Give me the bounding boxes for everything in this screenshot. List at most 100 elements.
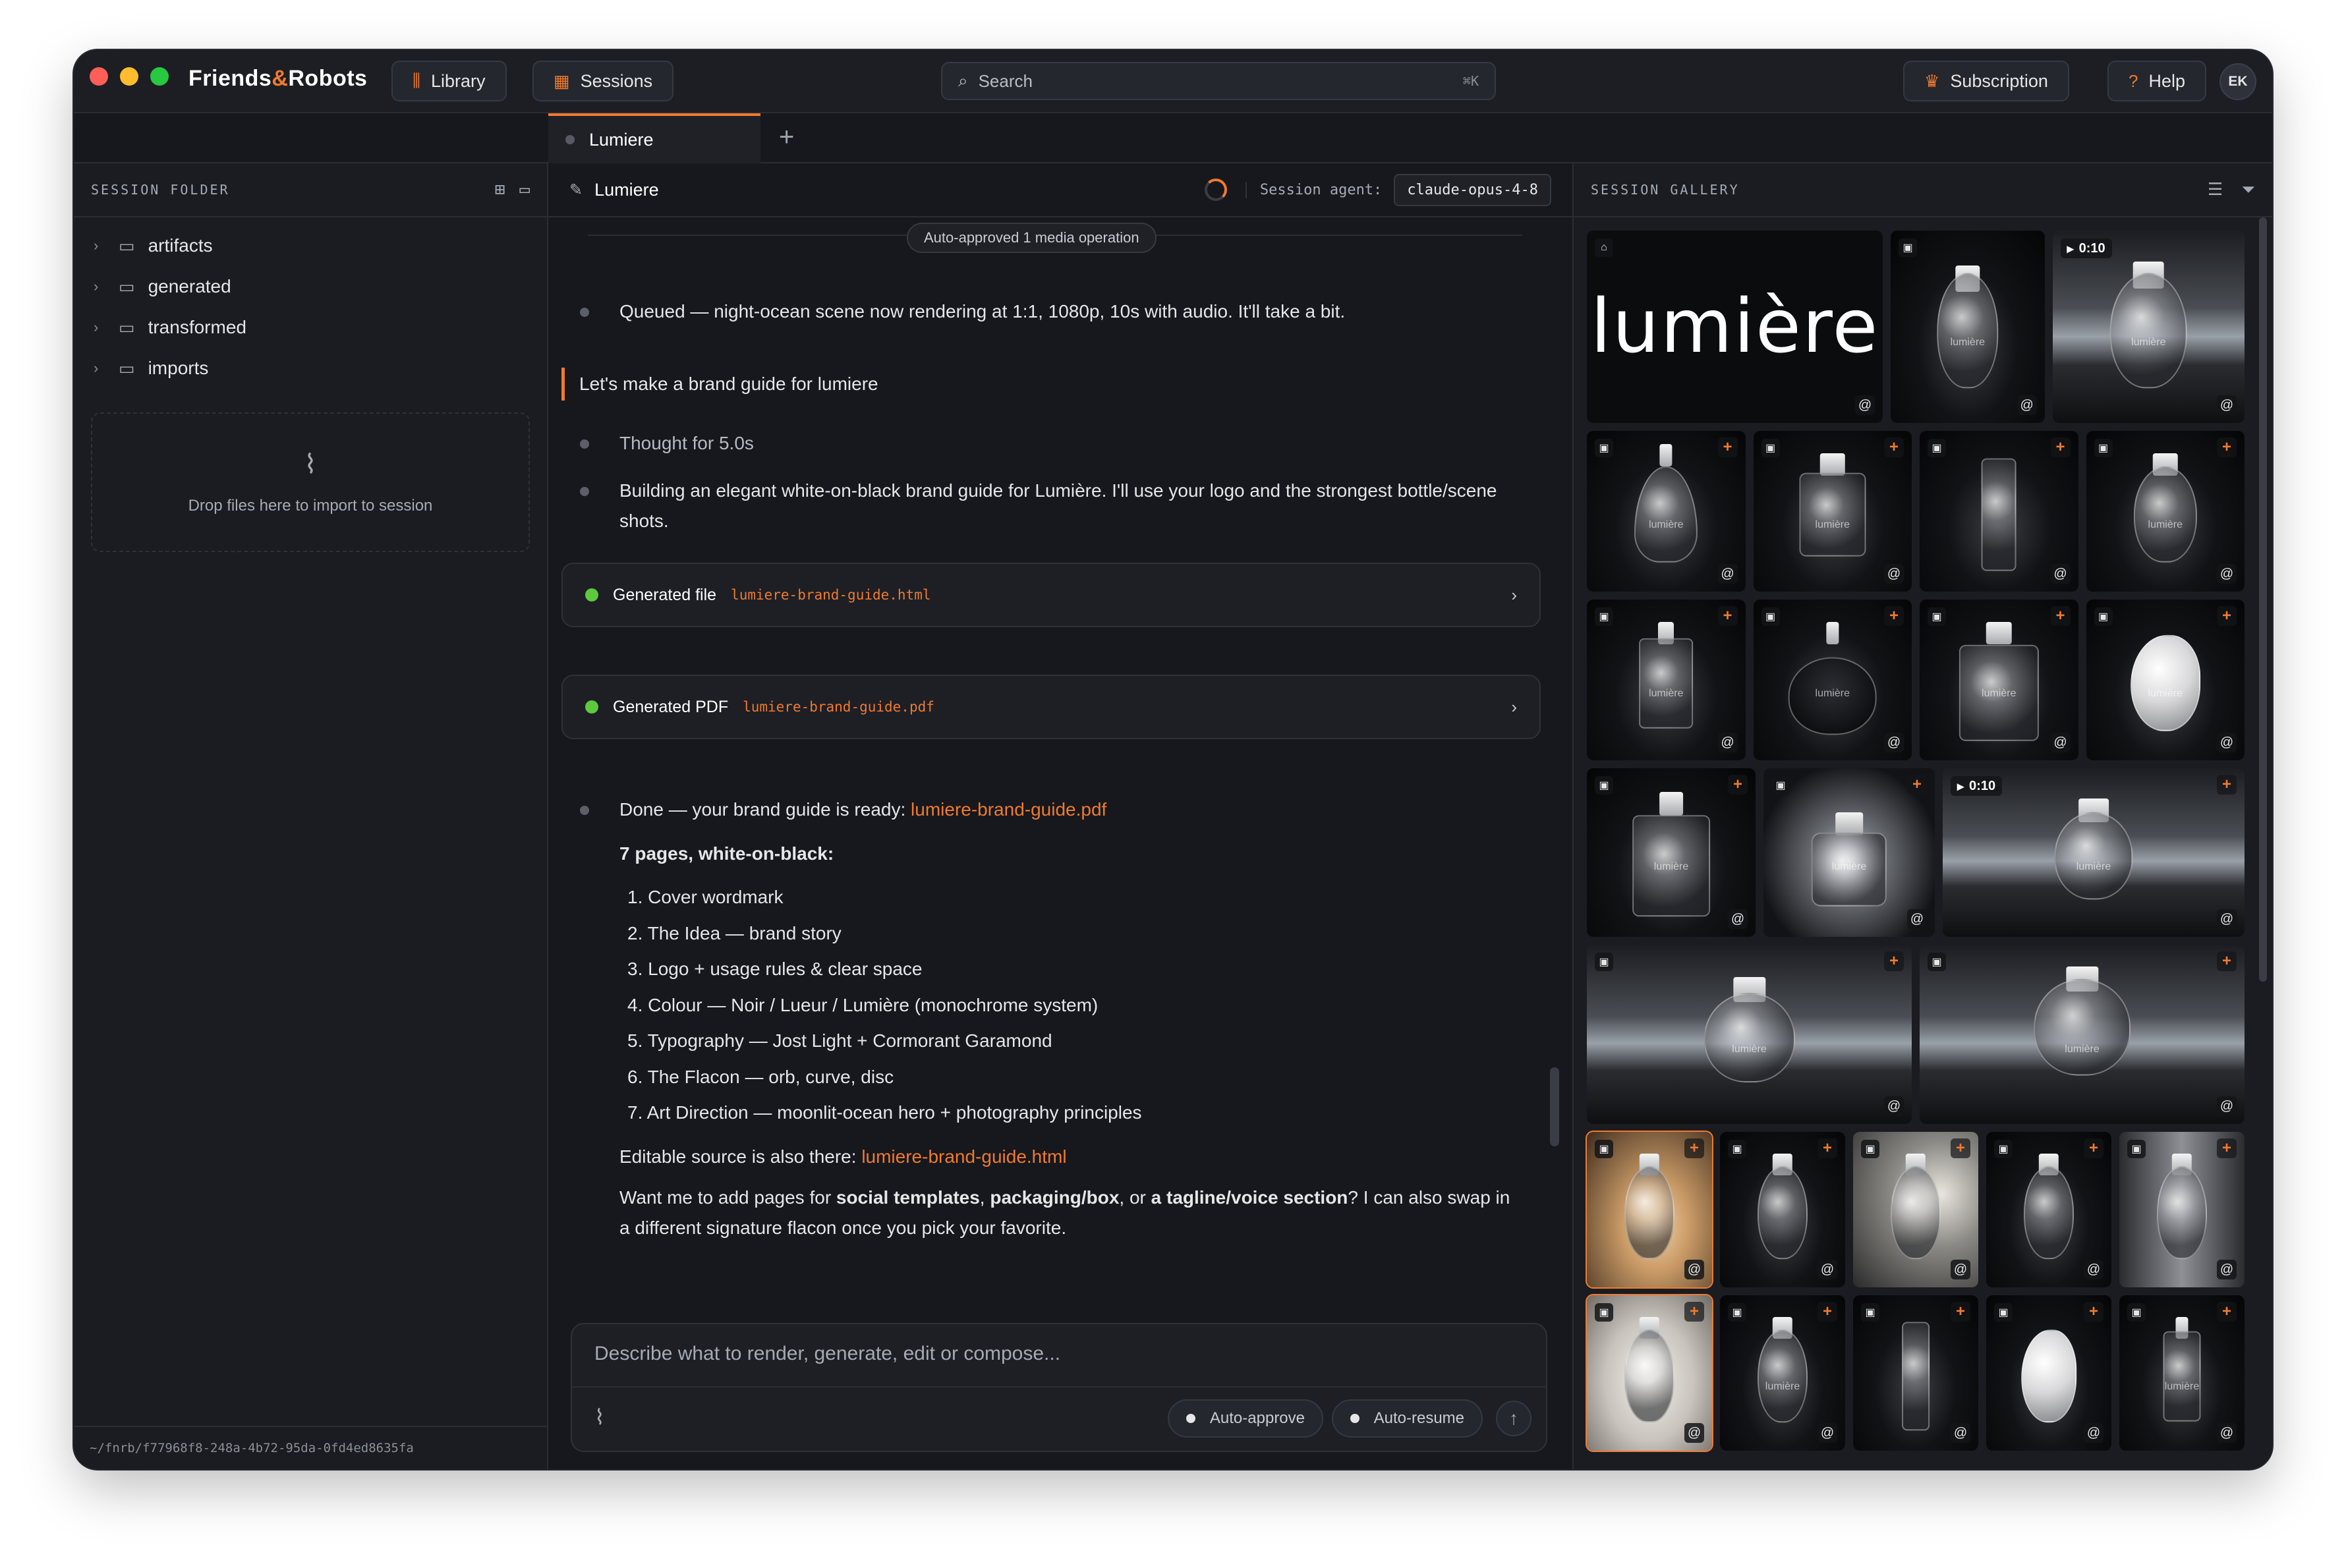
subscription-button[interactable]: ♛ Subscription — [1903, 61, 2069, 101]
search-input[interactable]: ⌕ Search ⌘K — [941, 62, 1496, 100]
add-icon[interactable]: + — [1717, 437, 1738, 457]
mention-icon[interactable]: @ — [1884, 1096, 1904, 1116]
gallery-tile[interactable]: ▣ + @ — [1853, 1295, 1978, 1451]
add-icon[interactable]: + — [1817, 1138, 1837, 1158]
folder-transformed[interactable]: › ▭ transformed — [74, 307, 547, 348]
gallery-tile-video[interactable]: ▸ 0:10 + lumière @ — [1943, 768, 2245, 937]
add-icon[interactable]: + — [1951, 1302, 1970, 1322]
mention-icon[interactable]: @ — [2217, 1260, 2237, 1279]
library-button[interactable]: ⫼ Library — [391, 61, 507, 101]
add-icon[interactable]: + — [1684, 1138, 1704, 1158]
gallery-tile[interactable]: ▣ + @ — [1586, 1294, 1713, 1452]
gallery-tile[interactable]: ▣ + lumière @ — [1587, 768, 1756, 937]
mention-icon[interactable]: @ — [1717, 564, 1738, 584]
add-tab-button[interactable]: + — [779, 123, 794, 152]
session-title[interactable]: Lumiere — [594, 180, 659, 200]
mention-icon[interactable]: @ — [2050, 564, 2071, 584]
generated-file-card[interactable]: Generated file lumiere-brand-guide.html … — [561, 563, 1541, 627]
mention-icon[interactable]: @ — [1684, 1260, 1704, 1279]
assistant-thought[interactable]: Thought for 5.0s — [580, 428, 1520, 459]
gallery-scrollbar[interactable] — [2259, 217, 2267, 982]
mention-icon[interactable]: @ — [2050, 733, 2071, 752]
auto-approve-toggle[interactable]: Auto-approve — [1167, 1399, 1323, 1438]
new-folder-icon[interactable]: ⊞ — [495, 180, 505, 200]
gallery-tile-video[interactable]: ▸ 0:10 lumière @ — [2052, 231, 2245, 423]
chat-scrollbar[interactable] — [1550, 1067, 1559, 1146]
attach-icon[interactable]: ⌇ — [594, 1405, 605, 1430]
close-window-button[interactable] — [90, 67, 108, 86]
mention-icon[interactable]: @ — [2017, 395, 2037, 415]
open-folder-icon[interactable]: ▭ — [519, 180, 530, 200]
gallery-tile[interactable]: ▣ + @ — [1986, 1132, 2111, 1287]
add-icon[interactable]: + — [2217, 775, 2237, 795]
add-icon[interactable]: + — [2084, 1138, 2103, 1158]
gallery-tile[interactable]: ▣ + @ — [1586, 1131, 1713, 1289]
mention-icon[interactable]: @ — [1728, 909, 1748, 929]
add-icon[interactable]: + — [1884, 606, 1904, 626]
mention-icon[interactable]: @ — [2217, 395, 2237, 415]
edit-icon[interactable]: ✎ — [569, 181, 583, 200]
gallery-tile[interactable]: ▣ + lumière @ — [1720, 1295, 1845, 1451]
add-icon[interactable]: + — [2050, 437, 2071, 457]
add-icon[interactable]: + — [1884, 951, 1904, 971]
gallery-tile[interactable]: ▣ + @ — [1853, 1132, 1978, 1287]
minimize-window-button[interactable] — [120, 67, 138, 86]
add-icon[interactable]: + — [1684, 1302, 1704, 1322]
mention-icon[interactable]: @ — [1817, 1423, 1837, 1443]
mention-icon[interactable]: @ — [2217, 564, 2237, 584]
mention-icon[interactable]: @ — [1684, 1423, 1704, 1443]
gallery-tile[interactable]: ▣ + lumière @ — [1753, 600, 1912, 760]
mention-icon[interactable]: @ — [1951, 1423, 1970, 1443]
add-icon[interactable]: + — [2217, 606, 2237, 626]
mention-icon[interactable]: @ — [1884, 733, 1904, 752]
gallery-tile[interactable]: ▣ + lumière @ — [2086, 431, 2245, 592]
tab-lumiere[interactable]: Lumiere — [548, 113, 760, 163]
import-dropzone[interactable]: ⌇ Drop files here to import to session — [91, 412, 530, 552]
filter-icon[interactable]: ⏷ — [2241, 180, 2255, 200]
mention-icon[interactable]: @ — [1907, 909, 1927, 929]
add-icon[interactable]: + — [2217, 1138, 2237, 1158]
mention-icon[interactable]: @ — [1817, 1260, 1837, 1279]
folder-generated[interactable]: › ▭ generated — [74, 266, 547, 307]
mention-icon[interactable]: @ — [2217, 1423, 2237, 1443]
pdf-link[interactable]: lumiere-brand-guide.pdf — [911, 799, 1106, 820]
list-view-icon[interactable]: ☰ — [2208, 180, 2223, 200]
add-icon[interactable]: + — [1884, 437, 1904, 457]
help-button[interactable]: ? Help — [2107, 61, 2206, 101]
gallery-tile[interactable]: ▣ lumière @ — [1891, 231, 2045, 423]
add-icon[interactable]: + — [1717, 606, 1738, 626]
add-icon[interactable]: + — [2217, 951, 2237, 971]
gallery-tile[interactable]: ▣ + @ — [1986, 1295, 2111, 1451]
gallery-tile[interactable]: ▣ + @ — [1920, 431, 2078, 592]
add-icon[interactable]: + — [2217, 1302, 2237, 1322]
gallery-tile[interactable]: ▣ + @ — [2119, 1132, 2245, 1287]
html-link[interactable]: lumiere-brand-guide.html — [861, 1146, 1066, 1167]
gallery-tile[interactable]: ▣ + lumière @ — [1587, 945, 1912, 1124]
mention-icon[interactable]: @ — [2084, 1260, 2103, 1279]
gallery-tile[interactable]: ▣ + lumière @ — [1763, 768, 1935, 937]
mention-icon[interactable]: @ — [2217, 733, 2237, 752]
avatar[interactable]: EK — [2219, 63, 2256, 100]
generated-pdf-card[interactable]: Generated PDF lumiere-brand-guide.pdf › — [561, 675, 1541, 739]
add-icon[interactable]: + — [1728, 775, 1748, 795]
auto-resume-toggle[interactable]: Auto-resume — [1331, 1399, 1483, 1438]
gallery-tile[interactable]: ▣ + lumière @ — [1920, 600, 2078, 760]
zoom-window-button[interactable] — [150, 67, 169, 86]
mention-icon[interactable]: @ — [1717, 733, 1738, 752]
session-agent-select[interactable]: claude-opus-4-8 — [1394, 173, 1551, 206]
mention-icon[interactable]: @ — [1855, 395, 1875, 415]
gallery-tile[interactable]: ▣ + @ — [1720, 1132, 1845, 1287]
gallery-tile[interactable]: ▣ + lumière @ — [1920, 945, 2245, 1124]
folder-artifacts[interactable]: › ▭ artifacts — [74, 225, 547, 266]
add-icon[interactable]: + — [1907, 775, 1927, 795]
add-icon[interactable]: + — [2217, 437, 2237, 457]
folder-imports[interactable]: › ▭ imports — [74, 348, 547, 389]
gallery-tile[interactable]: ▣ + lumière @ — [2086, 600, 2245, 760]
add-icon[interactable]: + — [1817, 1302, 1837, 1322]
mention-icon[interactable]: @ — [2217, 1096, 2237, 1116]
add-icon[interactable]: + — [2050, 606, 2071, 626]
gallery-tile[interactable]: ▣ + lumière @ — [1587, 600, 1746, 760]
mention-icon[interactable]: @ — [1884, 564, 1904, 584]
mention-icon[interactable]: @ — [1951, 1260, 1970, 1279]
prompt-input[interactable]: Describe what to render, generate, edit … — [594, 1343, 1060, 1365]
